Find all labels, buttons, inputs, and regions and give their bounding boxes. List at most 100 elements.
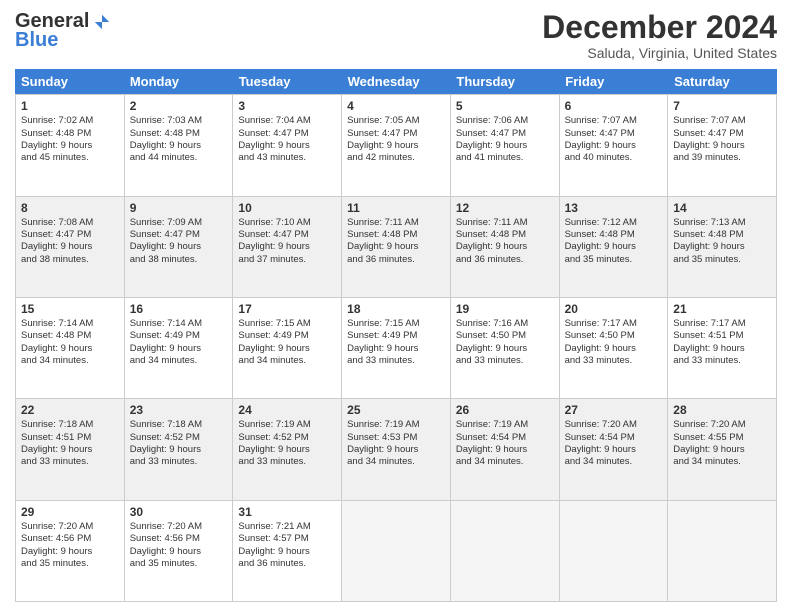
calendar-cell: 21Sunrise: 7:17 AM Sunset: 4:51 PM Dayli… [668, 298, 777, 398]
cell-info: Sunrise: 7:15 AM Sunset: 4:49 PM Dayligh… [347, 318, 445, 367]
calendar-cell [451, 501, 560, 601]
day-number: 9 [130, 200, 228, 216]
logo-icon [93, 13, 111, 31]
cell-info: Sunrise: 7:06 AM Sunset: 4:47 PM Dayligh… [456, 115, 554, 164]
day-number: 8 [21, 200, 119, 216]
day-number: 29 [21, 504, 119, 520]
day-number: 26 [456, 402, 554, 418]
day-number: 15 [21, 301, 119, 317]
cell-info: Sunrise: 7:15 AM Sunset: 4:49 PM Dayligh… [238, 318, 336, 367]
cell-info: Sunrise: 7:17 AM Sunset: 4:50 PM Dayligh… [565, 318, 663, 367]
day-number: 12 [456, 200, 554, 216]
calendar-cell: 10Sunrise: 7:10 AM Sunset: 4:47 PM Dayli… [233, 197, 342, 297]
calendar-cell: 12Sunrise: 7:11 AM Sunset: 4:48 PM Dayli… [451, 197, 560, 297]
cell-info: Sunrise: 7:21 AM Sunset: 4:57 PM Dayligh… [238, 521, 336, 570]
calendar-cell: 7Sunrise: 7:07 AM Sunset: 4:47 PM Daylig… [668, 95, 777, 195]
header-day-saturday: Saturday [668, 69, 777, 94]
day-number: 18 [347, 301, 445, 317]
calendar-cell [560, 501, 669, 601]
calendar-cell: 29Sunrise: 7:20 AM Sunset: 4:56 PM Dayli… [16, 501, 125, 601]
page: General Blue December 2024 Saluda, Virgi… [0, 0, 792, 612]
cell-info: Sunrise: 7:20 AM Sunset: 4:56 PM Dayligh… [130, 521, 228, 570]
calendar-cell: 17Sunrise: 7:15 AM Sunset: 4:49 PM Dayli… [233, 298, 342, 398]
day-number: 23 [130, 402, 228, 418]
calendar-cell: 13Sunrise: 7:12 AM Sunset: 4:48 PM Dayli… [560, 197, 669, 297]
day-number: 14 [673, 200, 771, 216]
calendar-cell: 9Sunrise: 7:09 AM Sunset: 4:47 PM Daylig… [125, 197, 234, 297]
calendar-body: 1Sunrise: 7:02 AM Sunset: 4:48 PM Daylig… [15, 94, 777, 602]
cell-info: Sunrise: 7:03 AM Sunset: 4:48 PM Dayligh… [130, 115, 228, 164]
calendar-cell: 23Sunrise: 7:18 AM Sunset: 4:52 PM Dayli… [125, 399, 234, 499]
cell-info: Sunrise: 7:09 AM Sunset: 4:47 PM Dayligh… [130, 217, 228, 266]
day-number: 6 [565, 98, 663, 114]
header: General Blue December 2024 Saluda, Virgi… [15, 10, 777, 61]
calendar-header: SundayMondayTuesdayWednesdayThursdayFrid… [15, 69, 777, 94]
calendar-cell: 6Sunrise: 7:07 AM Sunset: 4:47 PM Daylig… [560, 95, 669, 195]
calendar-cell: 15Sunrise: 7:14 AM Sunset: 4:48 PM Dayli… [16, 298, 125, 398]
calendar-row-2: 8Sunrise: 7:08 AM Sunset: 4:47 PM Daylig… [15, 196, 777, 297]
cell-info: Sunrise: 7:07 AM Sunset: 4:47 PM Dayligh… [673, 115, 771, 164]
cell-info: Sunrise: 7:08 AM Sunset: 4:47 PM Dayligh… [21, 217, 119, 266]
header-day-monday: Monday [124, 69, 233, 94]
calendar-cell: 26Sunrise: 7:19 AM Sunset: 4:54 PM Dayli… [451, 399, 560, 499]
day-number: 19 [456, 301, 554, 317]
day-number: 5 [456, 98, 554, 114]
calendar-cell [342, 501, 451, 601]
cell-info: Sunrise: 7:18 AM Sunset: 4:51 PM Dayligh… [21, 419, 119, 468]
day-number: 1 [21, 98, 119, 114]
day-number: 24 [238, 402, 336, 418]
cell-info: Sunrise: 7:10 AM Sunset: 4:47 PM Dayligh… [238, 217, 336, 266]
calendar-cell: 1Sunrise: 7:02 AM Sunset: 4:48 PM Daylig… [16, 95, 125, 195]
day-number: 3 [238, 98, 336, 114]
calendar-cell: 3Sunrise: 7:04 AM Sunset: 4:47 PM Daylig… [233, 95, 342, 195]
calendar-cell: 25Sunrise: 7:19 AM Sunset: 4:53 PM Dayli… [342, 399, 451, 499]
cell-info: Sunrise: 7:14 AM Sunset: 4:48 PM Dayligh… [21, 318, 119, 367]
day-number: 22 [21, 402, 119, 418]
cell-info: Sunrise: 7:19 AM Sunset: 4:52 PM Dayligh… [238, 419, 336, 468]
logo: General Blue [15, 10, 111, 52]
day-number: 30 [130, 504, 228, 520]
calendar-cell: 30Sunrise: 7:20 AM Sunset: 4:56 PM Dayli… [125, 501, 234, 601]
calendar-row-3: 15Sunrise: 7:14 AM Sunset: 4:48 PM Dayli… [15, 297, 777, 398]
cell-info: Sunrise: 7:17 AM Sunset: 4:51 PM Dayligh… [673, 318, 771, 367]
calendar-cell: 28Sunrise: 7:20 AM Sunset: 4:55 PM Dayli… [668, 399, 777, 499]
cell-info: Sunrise: 7:14 AM Sunset: 4:49 PM Dayligh… [130, 318, 228, 367]
header-day-thursday: Thursday [450, 69, 559, 94]
calendar-cell: 20Sunrise: 7:17 AM Sunset: 4:50 PM Dayli… [560, 298, 669, 398]
location: Saluda, Virginia, United States [542, 45, 777, 61]
calendar-row-4: 22Sunrise: 7:18 AM Sunset: 4:51 PM Dayli… [15, 398, 777, 499]
cell-info: Sunrise: 7:19 AM Sunset: 4:54 PM Dayligh… [456, 419, 554, 468]
calendar-row-5: 29Sunrise: 7:20 AM Sunset: 4:56 PM Dayli… [15, 500, 777, 602]
day-number: 13 [565, 200, 663, 216]
calendar-cell: 11Sunrise: 7:11 AM Sunset: 4:48 PM Dayli… [342, 197, 451, 297]
calendar-cell: 22Sunrise: 7:18 AM Sunset: 4:51 PM Dayli… [16, 399, 125, 499]
cell-info: Sunrise: 7:20 AM Sunset: 4:56 PM Dayligh… [21, 521, 119, 570]
cell-info: Sunrise: 7:12 AM Sunset: 4:48 PM Dayligh… [565, 217, 663, 266]
calendar-cell: 19Sunrise: 7:16 AM Sunset: 4:50 PM Dayli… [451, 298, 560, 398]
day-number: 4 [347, 98, 445, 114]
day-number: 17 [238, 301, 336, 317]
cell-info: Sunrise: 7:16 AM Sunset: 4:50 PM Dayligh… [456, 318, 554, 367]
cell-info: Sunrise: 7:04 AM Sunset: 4:47 PM Dayligh… [238, 115, 336, 164]
cell-info: Sunrise: 7:20 AM Sunset: 4:54 PM Dayligh… [565, 419, 663, 468]
calendar-cell: 14Sunrise: 7:13 AM Sunset: 4:48 PM Dayli… [668, 197, 777, 297]
calendar-cell: 4Sunrise: 7:05 AM Sunset: 4:47 PM Daylig… [342, 95, 451, 195]
cell-info: Sunrise: 7:11 AM Sunset: 4:48 PM Dayligh… [456, 217, 554, 266]
cell-info: Sunrise: 7:19 AM Sunset: 4:53 PM Dayligh… [347, 419, 445, 468]
day-number: 20 [565, 301, 663, 317]
calendar-cell: 2Sunrise: 7:03 AM Sunset: 4:48 PM Daylig… [125, 95, 234, 195]
calendar-cell: 18Sunrise: 7:15 AM Sunset: 4:49 PM Dayli… [342, 298, 451, 398]
calendar-cell: 16Sunrise: 7:14 AM Sunset: 4:49 PM Dayli… [125, 298, 234, 398]
day-number: 7 [673, 98, 771, 114]
title-area: December 2024 Saluda, Virginia, United S… [542, 10, 777, 61]
header-day-friday: Friday [559, 69, 668, 94]
day-number: 10 [238, 200, 336, 216]
logo-blue: Blue [15, 29, 58, 52]
cell-info: Sunrise: 7:13 AM Sunset: 4:48 PM Dayligh… [673, 217, 771, 266]
day-number: 11 [347, 200, 445, 216]
calendar: SundayMondayTuesdayWednesdayThursdayFrid… [15, 69, 777, 602]
header-day-sunday: Sunday [15, 69, 124, 94]
cell-info: Sunrise: 7:20 AM Sunset: 4:55 PM Dayligh… [673, 419, 771, 468]
day-number: 25 [347, 402, 445, 418]
header-day-wednesday: Wednesday [342, 69, 451, 94]
